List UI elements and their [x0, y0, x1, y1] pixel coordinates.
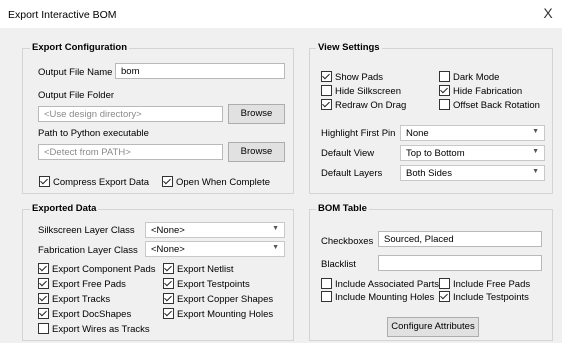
checkbox-icon [321, 85, 332, 96]
export-mounting-holes-checkbox[interactable]: Export Mounting Holes [163, 308, 273, 320]
checkbox-icon [321, 291, 332, 302]
checkbox-icon [162, 176, 173, 187]
fabrication-layer-class-label: Fabrication Layer Class [38, 245, 138, 256]
default-layers-select[interactable]: Both Sides ▼ [400, 165, 545, 181]
export-tracks-checkbox[interactable]: Export Tracks [38, 293, 110, 305]
compress-export-checkbox[interactable]: Compress Export Data [39, 176, 149, 188]
include-free-pads-checkbox[interactable]: Include Free Pads [439, 278, 530, 290]
blacklist-label: Blacklist [321, 259, 356, 270]
export-component-pads-checkbox[interactable]: Export Component Pads [38, 263, 156, 275]
checkbox-icon [39, 176, 50, 187]
chevron-down-icon: ▼ [532, 168, 539, 175]
checkbox-icon [163, 293, 174, 304]
output-file-name-field[interactable]: bom [115, 63, 285, 79]
open-when-complete-checkbox[interactable]: Open When Complete [162, 176, 270, 188]
view-settings-title: View Settings [316, 42, 382, 53]
checkbox-icon [38, 263, 49, 274]
output-folder-field[interactable]: <Use design directory> [38, 106, 223, 122]
chevron-down-icon: ▼ [272, 225, 279, 232]
checkbox-icon [321, 71, 332, 82]
highlight-first-pin-label: Highlight First Pin [321, 128, 396, 139]
highlight-first-pin-select[interactable]: None ▼ [400, 125, 545, 141]
offset-back-rotation-checkbox[interactable]: Offset Back Rotation [439, 99, 540, 111]
include-associated-parts-checkbox[interactable]: Include Associated Parts [321, 278, 439, 290]
export-docshapes-checkbox[interactable]: Export DocShapes [38, 308, 131, 320]
blacklist-field[interactable] [378, 255, 542, 271]
export-free-pads-checkbox[interactable]: Export Free Pads [38, 278, 126, 290]
export-copper-shapes-checkbox[interactable]: Export Copper Shapes [163, 293, 273, 305]
checkbox-icon [439, 278, 450, 289]
browse-folder-button[interactable]: Browse [228, 104, 285, 124]
checkboxes-label: Checkboxes [321, 236, 374, 247]
dark-mode-checkbox[interactable]: Dark Mode [439, 71, 499, 83]
export-wires-as-tracks-checkbox[interactable]: Export Wires as Tracks [38, 323, 150, 335]
chevron-down-icon: ▼ [532, 128, 539, 135]
output-file-name-label: Output File Name [38, 67, 113, 78]
checkbox-icon [439, 71, 450, 82]
checkbox-icon [38, 293, 49, 304]
default-view-label: Default View [321, 148, 375, 159]
python-path-label: Path to Python executable [38, 128, 149, 139]
python-path-field[interactable]: <Detect from PATH> [38, 144, 223, 160]
default-view-select[interactable]: Top to Bottom ▼ [400, 145, 545, 161]
browse-python-button[interactable]: Browse [228, 142, 285, 162]
window-title: Export Interactive BOM [8, 9, 117, 21]
silkscreen-layer-class-select[interactable]: <None> ▼ [145, 222, 285, 238]
configure-attributes-button[interactable]: Configure Attributes [387, 317, 479, 337]
checkbox-icon [163, 308, 174, 319]
redraw-on-drag-checkbox[interactable]: Redraw On Drag [321, 99, 406, 111]
close-icon[interactable]: X [540, 5, 556, 21]
export-netlist-checkbox[interactable]: Export Netlist [163, 263, 234, 275]
checkbox-icon [38, 278, 49, 289]
checkbox-icon [38, 323, 49, 334]
chevron-down-icon: ▼ [272, 244, 279, 251]
export-testpoints-checkbox[interactable]: Export Testpoints [163, 278, 250, 290]
silkscreen-layer-class-label: Silkscreen Layer Class [38, 225, 135, 236]
include-mounting-holes-checkbox[interactable]: Include Mounting Holes [321, 291, 434, 303]
show-pads-checkbox[interactable]: Show Pads [321, 71, 383, 83]
checkbox-icon [439, 99, 450, 110]
checkbox-icon [38, 308, 49, 319]
checkboxes-field[interactable]: Sourced, Placed [378, 231, 542, 247]
hide-silkscreen-checkbox[interactable]: Hide Silkscreen [321, 85, 401, 97]
checkbox-icon [163, 263, 174, 274]
export-configuration-title: Export Configuration [30, 42, 129, 53]
chevron-down-icon: ▼ [532, 148, 539, 155]
output-folder-label: Output File Folder [38, 90, 115, 101]
bom-table-title: BOM Table [316, 203, 369, 214]
checkbox-icon [439, 291, 450, 302]
include-testpoints-checkbox[interactable]: Include Testpoints [439, 291, 529, 303]
exported-data-title: Exported Data [30, 203, 99, 214]
checkbox-icon [321, 99, 332, 110]
title-bar: Export Interactive BOM X [0, 0, 562, 28]
fabrication-layer-class-select[interactable]: <None> ▼ [145, 241, 285, 257]
checkbox-icon [439, 85, 450, 96]
default-layers-label: Default Layers [321, 168, 383, 179]
checkbox-icon [163, 278, 174, 289]
checkbox-icon [321, 278, 332, 289]
hide-fabrication-checkbox[interactable]: Hide Fabrication [439, 85, 522, 97]
